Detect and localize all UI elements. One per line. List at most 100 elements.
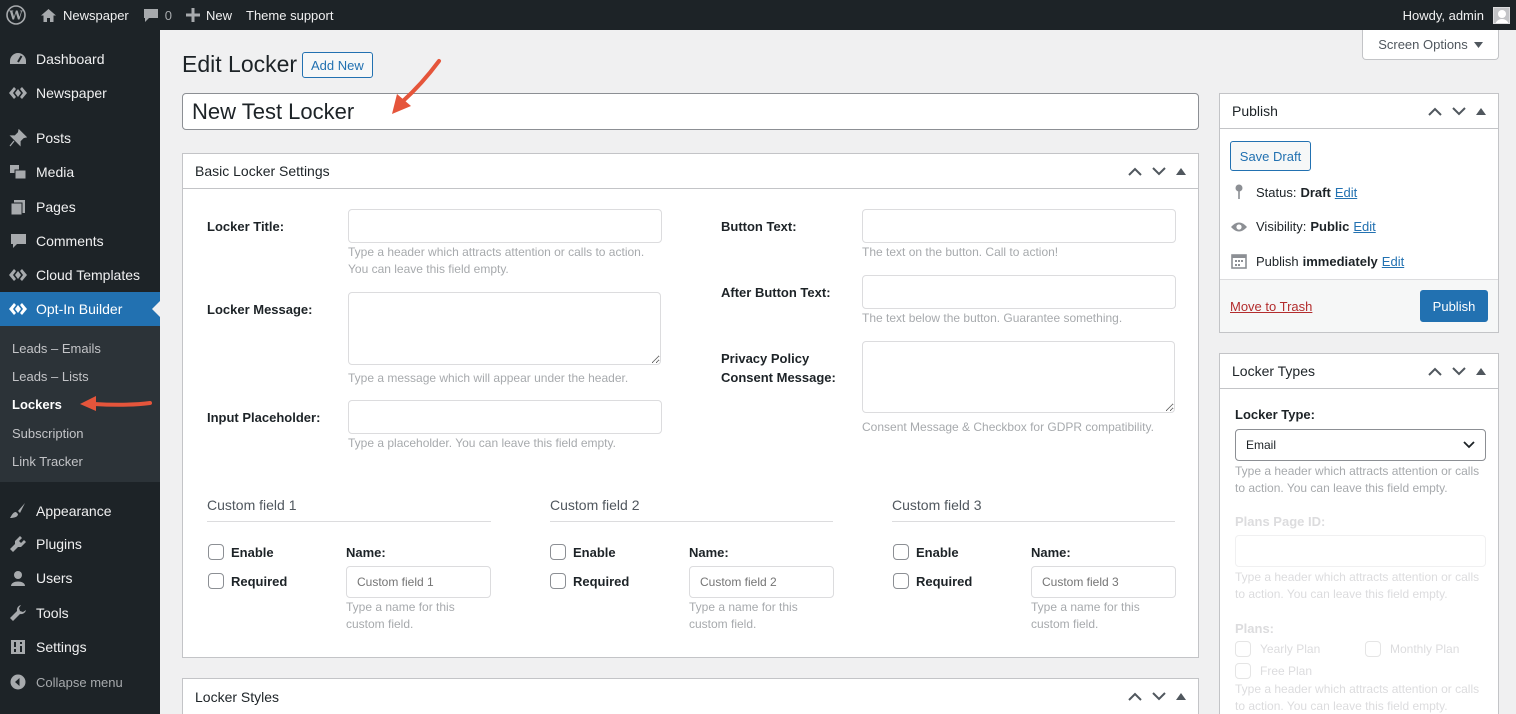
brush-icon <box>0 502 36 520</box>
required-checkbox[interactable] <box>893 573 909 589</box>
svg-text:W: W <box>8 9 23 23</box>
box-title: Locker Styles <box>195 688 280 705</box>
optin-icon <box>0 302 36 316</box>
settings-icon <box>0 639 36 655</box>
required-checkbox[interactable] <box>208 573 224 589</box>
calendar-icon <box>1230 253 1248 269</box>
add-new-button[interactable]: Add New <box>302 52 373 78</box>
chevron-down-icon <box>1463 441 1475 449</box>
menu-posts[interactable]: Posts <box>0 121 160 155</box>
locker-title-input[interactable] <box>348 209 662 243</box>
enable-checkbox[interactable] <box>208 544 224 560</box>
required-label: Required <box>231 574 288 589</box>
after-button-hint: The text below the button. Guarantee som… <box>862 311 1123 325</box>
enable-checkbox[interactable] <box>893 544 909 560</box>
box-header: Basic Locker Settings <box>183 154 1198 189</box>
enable-checkbox[interactable] <box>550 544 566 560</box>
menu-settings[interactable]: Settings <box>0 630 160 664</box>
button-text-input[interactable] <box>862 209 1176 243</box>
theme-support-link[interactable]: Theme support <box>239 0 340 30</box>
toggle-triangle-icon[interactable] <box>1176 693 1186 700</box>
submenu-lockers[interactable]: Lockers <box>12 397 62 412</box>
locker-type-hint: to action. You can leave this field empt… <box>1235 481 1448 495</box>
cloud-templates-icon <box>0 268 36 282</box>
edit-status-link[interactable]: Edit <box>1335 185 1357 200</box>
menu-media[interactable]: Media <box>0 155 160 189</box>
chevron-down-icon[interactable] <box>1152 692 1166 701</box>
site-name: Newspaper <box>63 7 129 23</box>
submenu-leads-emails[interactable]: Leads – Emails <box>12 341 101 356</box>
locker-type-select[interactable]: Email <box>1235 429 1486 461</box>
privacy-textarea[interactable] <box>862 341 1175 413</box>
edit-visibility-link[interactable]: Edit <box>1353 219 1375 234</box>
toggle-triangle-icon[interactable] <box>1476 368 1486 375</box>
yearly-plan-label: Yearly Plan <box>1260 642 1321 656</box>
name-hint: Type a name for this <box>1031 600 1140 614</box>
menu-comments[interactable]: Comments <box>0 224 160 258</box>
chevron-down-icon[interactable] <box>1452 367 1466 376</box>
chevron-up-icon[interactable] <box>1128 167 1142 176</box>
toggle-triangle-icon[interactable] <box>1176 168 1186 175</box>
new-content-link[interactable]: New <box>179 0 239 30</box>
plans-page-input[interactable] <box>1235 535 1486 567</box>
collapse-menu-button[interactable]: Collapse menu <box>0 665 160 699</box>
admin-sidebar: Dashboard Newspaper Posts Media Pages Co… <box>0 30 160 714</box>
menu-label: Settings <box>36 639 87 655</box>
submenu-subscription[interactable]: Subscription <box>12 426 84 441</box>
site-name-link[interactable]: Newspaper <box>33 0 136 30</box>
locker-message-textarea[interactable] <box>348 292 661 365</box>
annotation-arrow-icon <box>80 396 152 411</box>
custom-field-name-input[interactable] <box>1031 566 1176 598</box>
box-title: Locker Types <box>1232 363 1316 379</box>
menu-tools[interactable]: Tools <box>0 596 160 630</box>
annotation-arrow-icon <box>392 59 441 114</box>
menu-newspaper[interactable]: Newspaper <box>0 76 160 110</box>
yearly-plan-checkbox[interactable] <box>1235 641 1251 657</box>
chevron-up-icon[interactable] <box>1128 692 1142 701</box>
plans-hint: Type a header which attracts attention o… <box>1235 682 1480 696</box>
comments-link[interactable]: 0 <box>136 0 179 30</box>
howdy-text: Howdy, admin <box>1402 7 1484 23</box>
submenu-leads-lists[interactable]: Leads – Lists <box>12 369 89 384</box>
menu-dashboard[interactable]: Dashboard <box>0 42 160 76</box>
pin-icon <box>0 129 36 147</box>
monthly-plan-checkbox[interactable] <box>1365 641 1381 657</box>
locker-title-label: Locker Title: <box>207 219 285 234</box>
name-hint: custom field. <box>689 617 757 631</box>
chevron-up-icon[interactable] <box>1428 367 1442 376</box>
submenu-link-tracker[interactable]: Link Tracker <box>12 454 83 469</box>
input-placeholder-label: Input Placeholder: <box>207 410 321 425</box>
custom-field-name-input[interactable] <box>346 566 491 598</box>
menu-pages[interactable]: Pages <box>0 190 160 224</box>
chevron-down-icon[interactable] <box>1452 107 1466 116</box>
publish-button[interactable]: Publish <box>1420 290 1488 322</box>
custom-field-name-input[interactable] <box>689 566 834 598</box>
wordpress-logo[interactable]: W <box>0 0 33 30</box>
free-plan-checkbox[interactable] <box>1235 663 1251 679</box>
move-to-trash-link[interactable]: Move to Trash <box>1230 299 1312 314</box>
save-draft-button[interactable]: Save Draft <box>1230 141 1311 171</box>
name-hint: Type a name for this <box>689 600 798 614</box>
chevron-down-icon[interactable] <box>1152 167 1166 176</box>
input-placeholder-input[interactable] <box>348 400 662 434</box>
chevron-up-icon[interactable] <box>1428 107 1442 116</box>
menu-optin-builder[interactable]: Opt-In Builder <box>0 292 160 326</box>
input-placeholder-hint: Type a placeholder. You can leave this f… <box>348 436 616 450</box>
edit-date-link[interactable]: Edit <box>1382 254 1404 269</box>
required-checkbox[interactable] <box>550 573 566 589</box>
post-title-input[interactable] <box>182 93 1199 130</box>
button-text-hint: The text on the button. Call to action! <box>862 245 1059 259</box>
publish-date-row: Publish immediately Edit <box>1230 253 1404 269</box>
toggle-triangle-icon[interactable] <box>1476 108 1486 115</box>
menu-appearance[interactable]: Appearance <box>0 494 160 528</box>
menu-label: Users <box>36 570 73 586</box>
my-account[interactable]: Howdy, admin <box>1402 6 1516 24</box>
menu-plugins[interactable]: Plugins <box>0 527 160 561</box>
screen-options-button[interactable]: Screen Options <box>1362 30 1499 60</box>
required-label: Required <box>916 574 973 589</box>
menu-users[interactable]: Users <box>0 561 160 595</box>
after-button-input[interactable] <box>862 275 1176 309</box>
menu-cloud-templates[interactable]: Cloud Templates <box>0 258 160 292</box>
plans-page-hint: to action. You can leave this field empt… <box>1235 587 1448 601</box>
avatar <box>1493 6 1510 24</box>
